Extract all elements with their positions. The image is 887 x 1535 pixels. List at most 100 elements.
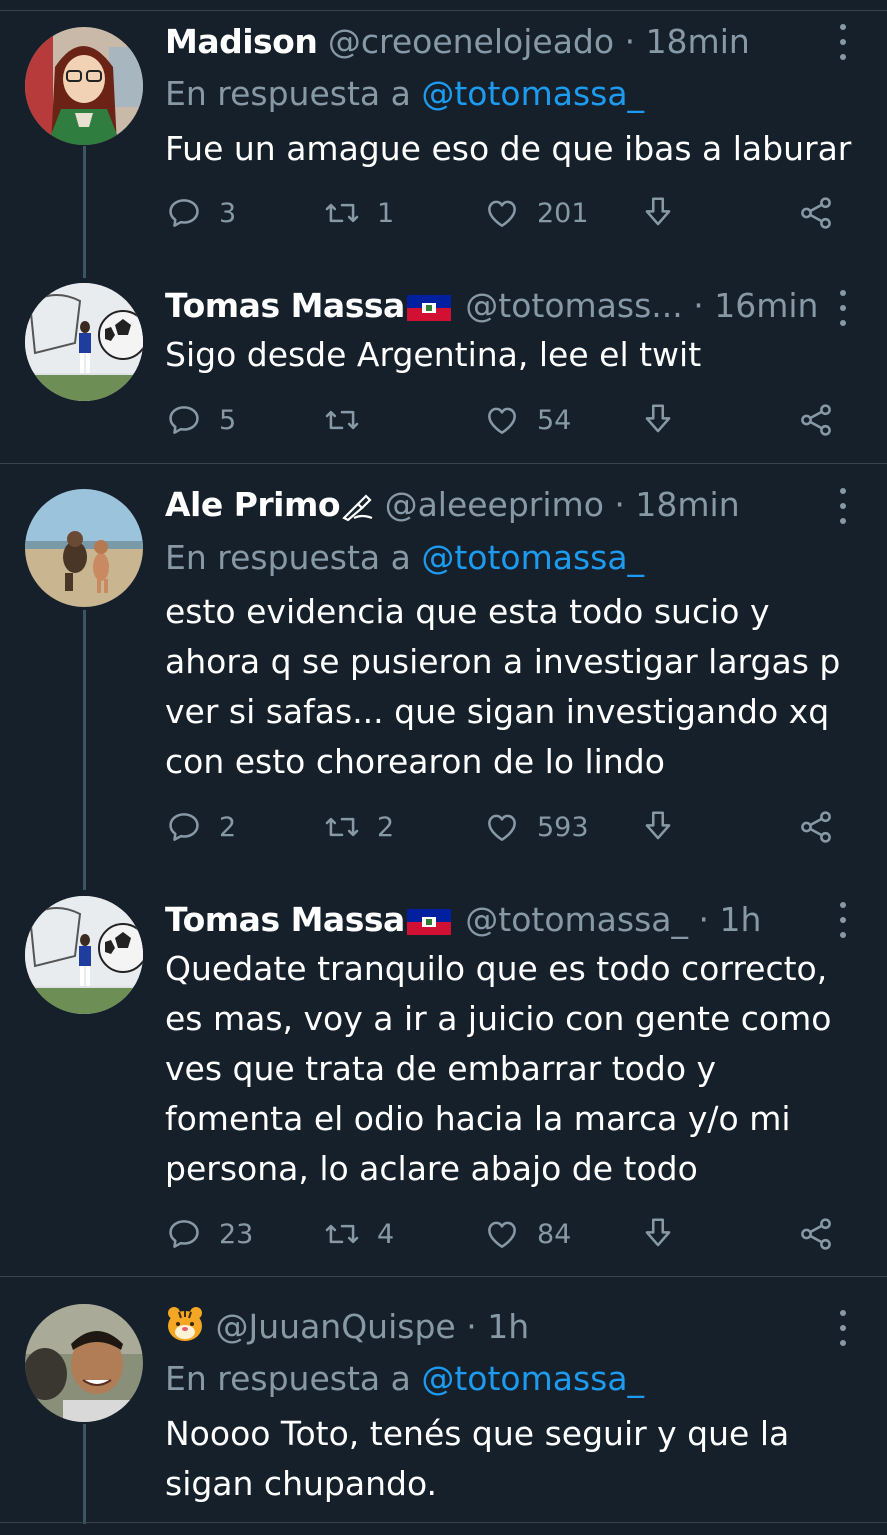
display-name[interactable]: Madison (165, 22, 318, 61)
tweet-actions: 23 4 84 (165, 1209, 845, 1259)
timestamp[interactable]: 16min (714, 286, 818, 325)
reply-context: En respuesta a @totomassa_ (165, 533, 644, 583)
more-vertical-icon[interactable] (832, 24, 854, 60)
download-button[interactable] (639, 1209, 677, 1259)
reply-count: 2 (219, 811, 237, 843)
more-vertical-icon[interactable] (832, 1310, 854, 1346)
tweet-text: Fue un amague eso de que ibas a laburar (165, 129, 852, 168)
reply-context: En respuesta a @totomassa_ (165, 1354, 644, 1404)
tweet[interactable]: Ale Primo @aleeeprimo · 18min En respues… (0, 464, 887, 888)
reply-count: 3 (219, 197, 237, 229)
download-button[interactable] (639, 188, 677, 238)
retweet-button[interactable]: 4 (323, 1209, 394, 1259)
tweet-header: Tomas Massa @totomassa_ · 1h (165, 895, 827, 945)
tweet-actions: 5 54 (165, 395, 845, 445)
retweet-button[interactable] (323, 395, 377, 445)
timestamp[interactable]: 1h (487, 1307, 529, 1346)
download-button[interactable] (639, 395, 677, 445)
heart-icon (483, 1215, 521, 1253)
retweet-button[interactable]: 2 (323, 802, 394, 852)
like-button[interactable]: 201 (483, 188, 589, 238)
tweet-header: @JuuanQuispe · 1h (165, 1302, 827, 1352)
share-icon (797, 808, 835, 846)
avatar[interactable] (25, 1304, 143, 1422)
reply-mention-link[interactable]: @totomassa_ (421, 538, 644, 577)
timestamp[interactable]: 18min (635, 485, 739, 524)
tweet[interactable]: Tomas Massa @totomassa_ · 1h Quedate tra… (0, 884, 887, 1276)
reply-button[interactable]: 2 (165, 802, 236, 852)
download-icon (639, 1215, 677, 1253)
like-count: 593 (537, 811, 589, 843)
tweet[interactable]: Madison @creoenelojeado · 18min En respu… (0, 0, 887, 270)
like-button[interactable]: 54 (483, 395, 571, 445)
more-vertical-icon[interactable] (832, 902, 854, 938)
share-button[interactable] (797, 802, 835, 852)
comment-icon (165, 194, 203, 232)
share-button[interactable] (797, 395, 835, 445)
download-icon (639, 401, 677, 439)
tweet-text: Quedate tranquilo que es todo correcto, … (165, 949, 832, 1188)
separator-dot: · (698, 900, 709, 939)
separator-dot: · (624, 22, 636, 61)
reply-button[interactable]: 5 (165, 395, 236, 445)
share-icon (797, 194, 835, 232)
like-button[interactable]: 84 (483, 1209, 571, 1259)
separator-dot: · (693, 286, 704, 325)
reply-mention-link[interactable]: @totomassa_ (421, 74, 644, 113)
reply-count: 23 (219, 1218, 254, 1250)
separator-dot: · (614, 485, 625, 524)
display-name[interactable]: Tomas Massa (165, 900, 405, 939)
reply-context: En respuesta a @totomassa_ (165, 69, 644, 119)
tweet-actions: 2 2 593 (165, 802, 845, 852)
tweet[interactable]: @JuuanQuispe · 1h En respuesta a @totoma… (0, 1277, 887, 1522)
like-count: 54 (537, 404, 572, 436)
reply-prefix: En respuesta a (165, 538, 411, 577)
avatar[interactable] (25, 27, 143, 145)
timestamp[interactable]: 1h (719, 900, 761, 939)
writing-hand-emoji (340, 486, 374, 530)
share-button[interactable] (797, 1209, 835, 1259)
comment-icon (165, 401, 203, 439)
download-icon (639, 194, 677, 232)
avatar[interactable] (25, 489, 143, 607)
retweet-icon (323, 401, 361, 439)
display-name[interactable]: Tomas Massa (165, 286, 405, 325)
share-button[interactable] (797, 188, 835, 238)
tweet-header: Ale Primo @aleeeprimo · 18min (165, 480, 827, 530)
avatar[interactable] (25, 896, 143, 1014)
haiti-flag-icon (406, 295, 451, 321)
retweet-icon (323, 808, 361, 846)
avatar[interactable] (25, 283, 143, 401)
download-button[interactable] (639, 802, 677, 852)
heart-icon (483, 401, 521, 439)
retweet-count: 2 (377, 811, 395, 843)
user-handle[interactable]: @aleeeprimo (385, 485, 604, 524)
display-name[interactable]: Ale Primo (165, 485, 341, 524)
tweet-text: Sigo desde Argentina, lee el twit (165, 335, 702, 374)
reply-button[interactable]: 3 (165, 188, 236, 238)
user-handle[interactable]: @JuuanQuispe (216, 1307, 456, 1346)
timestamp[interactable]: 18min (646, 22, 750, 61)
reply-count: 5 (219, 404, 237, 436)
reply-mention-link[interactable]: @totomassa_ (421, 1359, 644, 1398)
more-vertical-icon[interactable] (832, 488, 854, 524)
reply-button[interactable]: 23 (165, 1209, 253, 1259)
retweet-icon (323, 1215, 361, 1253)
retweet-button[interactable]: 1 (323, 188, 394, 238)
user-handle[interactable]: @totomassa_ (465, 900, 688, 939)
tiger-face-emoji (165, 1304, 205, 1352)
user-handle[interactable]: @creoenelojeado (328, 22, 614, 61)
retweet-count: 1 (377, 197, 395, 229)
heart-icon (483, 808, 521, 846)
divider (0, 1522, 887, 1523)
more-vertical-icon[interactable] (832, 290, 854, 326)
like-count: 201 (537, 197, 589, 229)
tweet-text: esto evidencia que esta todo sucio y aho… (165, 592, 841, 781)
download-icon (639, 808, 677, 846)
like-count: 84 (537, 1218, 572, 1250)
user-handle[interactable]: @totomass... (465, 286, 682, 325)
tweet-header: Tomas Massa @totomass... · 16min (165, 281, 827, 331)
tweet-actions: 3 1 201 (165, 188, 845, 238)
tweet[interactable]: Tomas Massa @totomass... · 16min Sigo de… (0, 270, 887, 463)
like-button[interactable]: 593 (483, 802, 589, 852)
